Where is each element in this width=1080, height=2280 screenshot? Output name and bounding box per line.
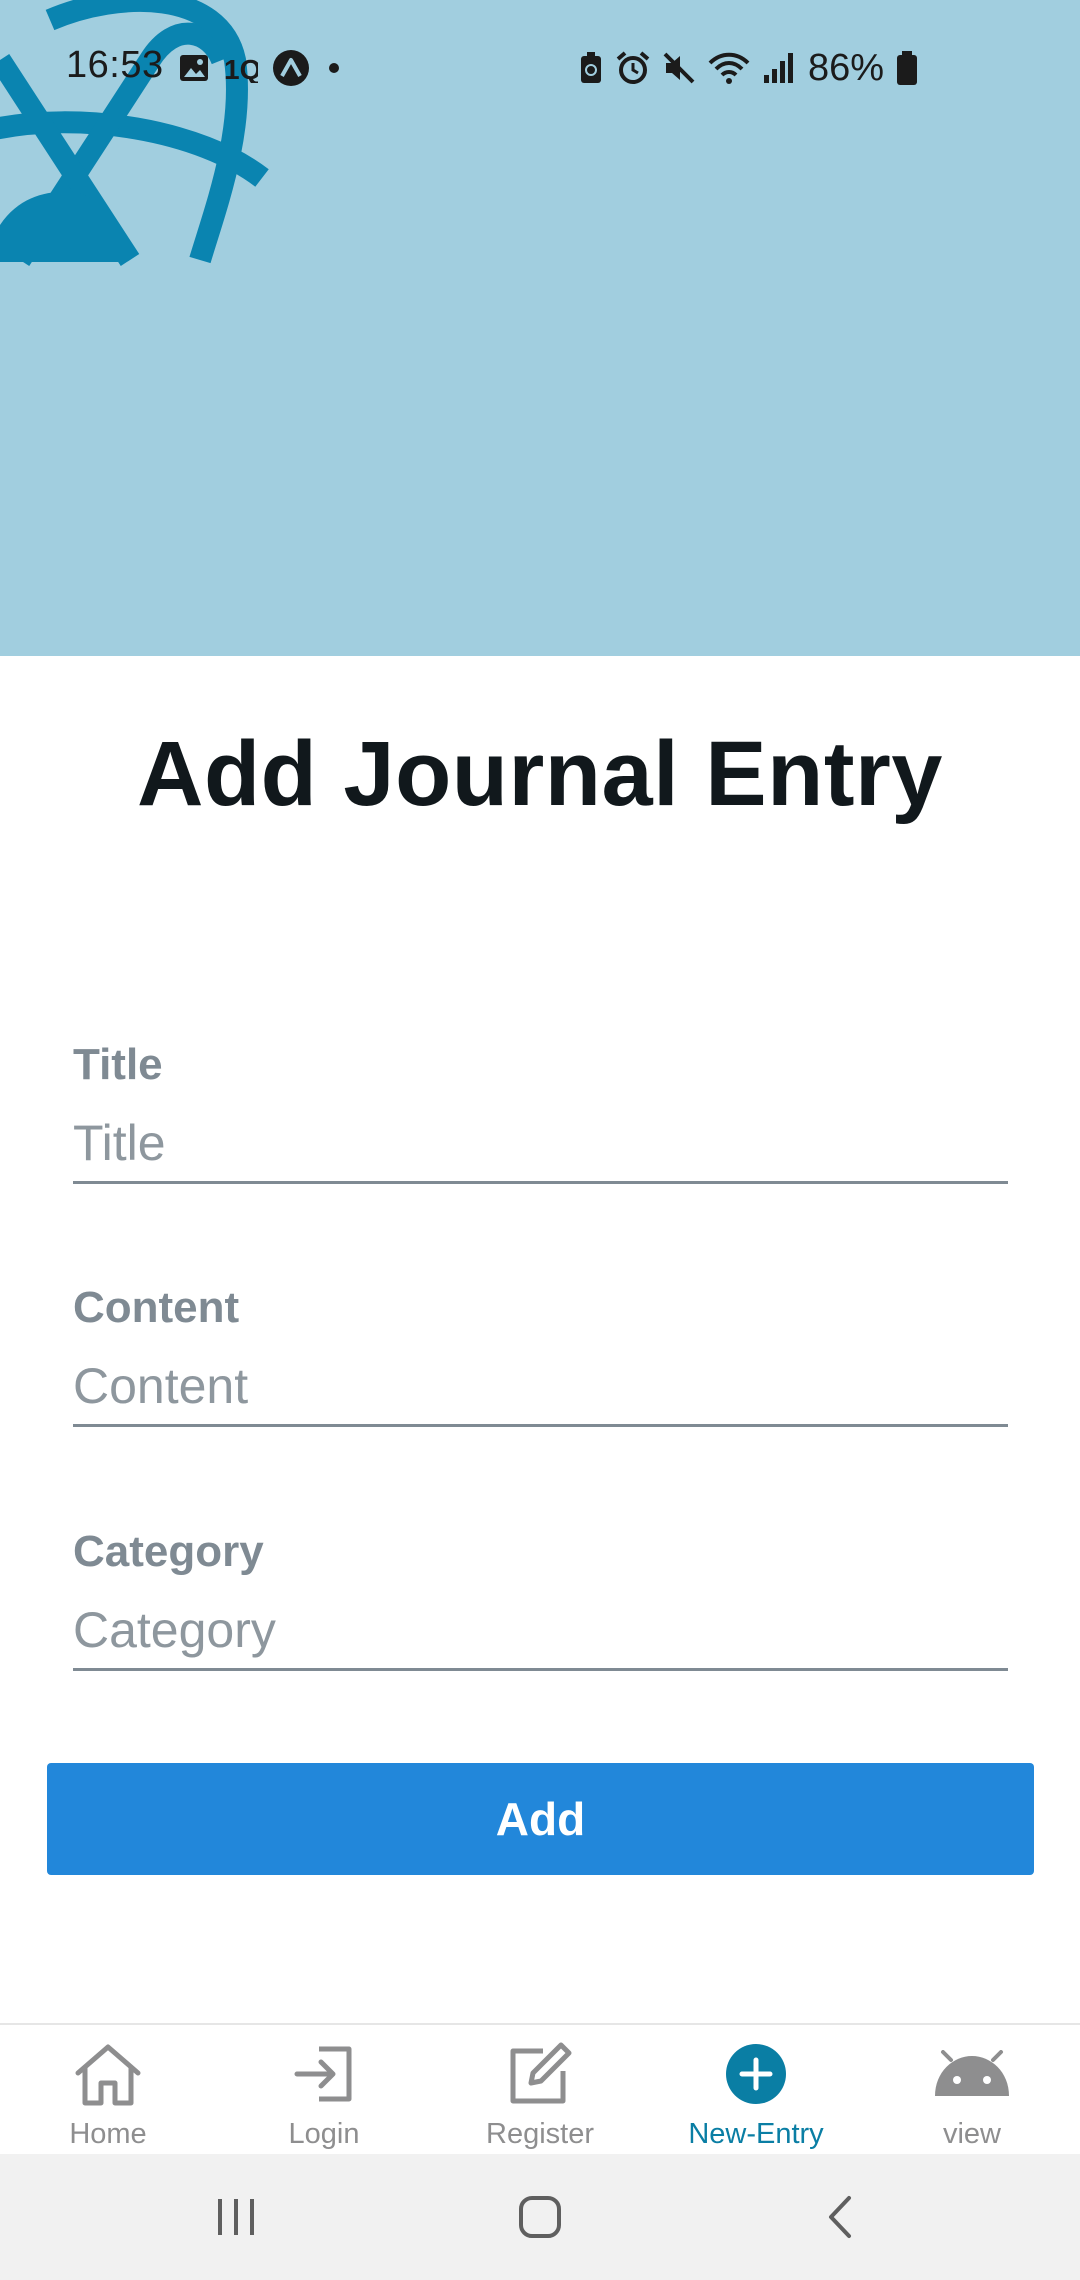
expo-icon (273, 50, 309, 86)
battery-percent: 86% (808, 46, 885, 89)
tab-label: view (942, 2118, 1001, 2150)
tab-view[interactable]: view (864, 2025, 1080, 2154)
mute-icon (663, 52, 695, 84)
tab-label: Login (288, 2118, 360, 2150)
alarm-icon (616, 51, 650, 84)
status-bar: 16:53 1Q 86% (0, 0, 1080, 136)
svg-text:1Q: 1Q (224, 54, 258, 83)
recents-button[interactable] (176, 2154, 296, 2280)
tab-label: Home (69, 2118, 147, 2150)
tab-bar: Home Login Register New-Entry view (0, 2023, 1080, 2154)
wifi-icon (708, 52, 750, 84)
system-nav-bar (0, 2154, 1080, 2280)
login-icon (294, 2046, 352, 2102)
title-input[interactable] (73, 1104, 1008, 1184)
title-label: Title (73, 1040, 163, 1089)
recents-icon (218, 2199, 254, 2235)
home-icon (519, 2196, 561, 2238)
home-button[interactable] (480, 2154, 600, 2280)
tab-label: New-Entry (688, 2118, 824, 2150)
title-field: Title (73, 1040, 1008, 1184)
plus-circle-icon (726, 2044, 786, 2104)
signal-icon (764, 53, 793, 83)
tab-label: Register (486, 2118, 594, 2150)
add-button[interactable]: Add (47, 1763, 1034, 1875)
tab-login[interactable]: Login (216, 2025, 432, 2154)
battery-icon (897, 51, 918, 85)
category-label: Category (73, 1527, 264, 1576)
back-button[interactable] (780, 2154, 900, 2280)
content-input[interactable] (73, 1347, 1008, 1427)
content-field: Content (73, 1283, 1008, 1427)
page-title: Add Journal Entry (137, 723, 943, 825)
dot-icon (329, 63, 339, 73)
back-icon (829, 2196, 851, 2238)
home-icon (75, 2044, 141, 2106)
battery-saver-icon (581, 52, 601, 83)
gallery-icon (180, 55, 208, 81)
edit-icon (510, 2042, 572, 2104)
content-label: Content (73, 1283, 240, 1332)
status-time: 16:53 (66, 44, 164, 86)
status-left-icons: 1Q (178, 50, 344, 86)
tab-home[interactable]: Home (0, 2025, 216, 2154)
app-notification-icon: 1Q (224, 54, 258, 83)
android-icon (935, 2050, 1009, 2096)
category-field: Category (73, 1527, 1008, 1671)
tab-register[interactable]: Register (432, 2025, 648, 2154)
tab-new-entry[interactable]: New-Entry (648, 2025, 864, 2154)
category-input[interactable] (73, 1591, 1008, 1671)
status-right-icons: 86% (578, 46, 918, 89)
